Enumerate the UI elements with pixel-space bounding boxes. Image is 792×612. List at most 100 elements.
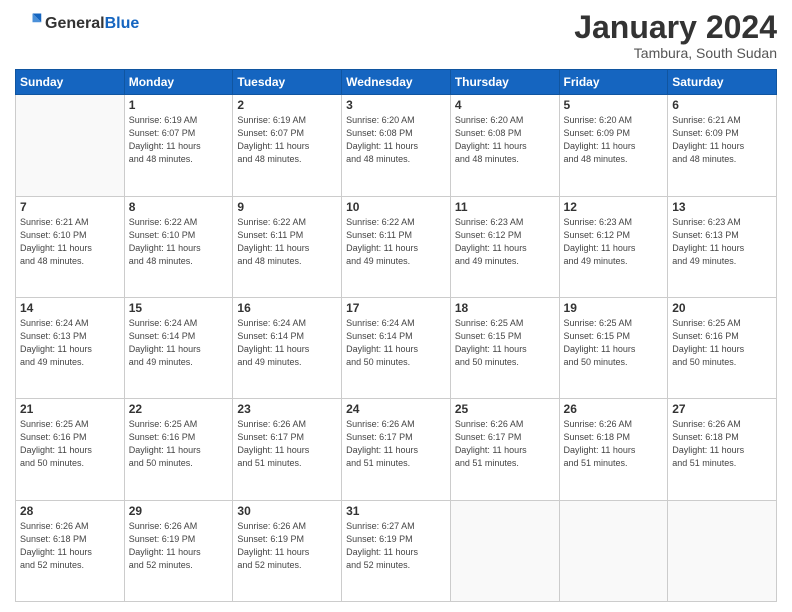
day-number: 8 — [129, 200, 229, 214]
logo-icon — [15, 10, 43, 38]
day-number: 18 — [455, 301, 555, 315]
logo-general: General — [45, 15, 105, 32]
day-info: Sunrise: 6:23 AM Sunset: 6:12 PM Dayligh… — [455, 216, 555, 268]
day-number: 15 — [129, 301, 229, 315]
calendar-cell: 17 Sunrise: 6:24 AM Sunset: 6:14 PM Dayli… — [342, 297, 451, 398]
day-info: Sunrise: 6:21 AM Sunset: 6:09 PM Dayligh… — [672, 114, 772, 166]
calendar-week-1: 1 Sunrise: 6:19 AM Sunset: 6:07 PM Daylig… — [16, 95, 777, 196]
calendar-week-2: 7 Sunrise: 6:21 AM Sunset: 6:10 PM Daylig… — [16, 196, 777, 297]
day-info: Sunrise: 6:26 AM Sunset: 6:19 PM Dayligh… — [237, 520, 337, 572]
logo-text: GeneralBlue — [45, 15, 139, 33]
day-number: 27 — [672, 402, 772, 416]
day-number: 9 — [237, 200, 337, 214]
day-info: Sunrise: 6:21 AM Sunset: 6:10 PM Dayligh… — [20, 216, 120, 268]
calendar-cell: 13 Sunrise: 6:23 AM Sunset: 6:13 PM Dayli… — [668, 196, 777, 297]
day-number: 29 — [129, 504, 229, 518]
day-info: Sunrise: 6:24 AM Sunset: 6:14 PM Dayligh… — [237, 317, 337, 369]
day-info: Sunrise: 6:20 AM Sunset: 6:08 PM Dayligh… — [455, 114, 555, 166]
logo: GeneralBlue — [15, 10, 139, 38]
calendar-cell: 30 Sunrise: 6:26 AM Sunset: 6:19 PM Dayli… — [233, 500, 342, 601]
day-number: 11 — [455, 200, 555, 214]
day-number: 2 — [237, 98, 337, 112]
day-number: 14 — [20, 301, 120, 315]
calendar-cell: 16 Sunrise: 6:24 AM Sunset: 6:14 PM Dayli… — [233, 297, 342, 398]
day-number: 26 — [564, 402, 664, 416]
day-info: Sunrise: 6:25 AM Sunset: 6:15 PM Dayligh… — [564, 317, 664, 369]
location: Tambura, South Sudan — [574, 45, 777, 61]
calendar-cell: 28Sunrise: 6:26 AM Sunset: 6:18 PM Dayli… — [16, 500, 125, 601]
day-info: Sunrise: 6:22 AM Sunset: 6:11 PM Dayligh… — [346, 216, 446, 268]
day-info: Sunrise: 6:27 AM Sunset: 6:19 PM Dayligh… — [346, 520, 446, 572]
month-title: January 2024 — [574, 10, 777, 45]
day-info: Sunrise: 6:23 AM Sunset: 6:12 PM Dayligh… — [564, 216, 664, 268]
calendar-cell — [668, 500, 777, 601]
calendar-header-row: SundayMondayTuesdayWednesdayThursdayFrid… — [16, 70, 777, 95]
day-number: 17 — [346, 301, 446, 315]
calendar-cell: 26Sunrise: 6:26 AM Sunset: 6:18 PM Dayli… — [559, 399, 668, 500]
calendar-cell: 21 Sunrise: 6:25 AM Sunset: 6:16 PM Dayli… — [16, 399, 125, 500]
day-number: 24 — [346, 402, 446, 416]
day-info: Sunrise: 6:19 AM Sunset: 6:07 PM Dayligh… — [129, 114, 229, 166]
calendar-cell: 5 Sunrise: 6:20 AM Sunset: 6:09 PM Daylig… — [559, 95, 668, 196]
weekday-header-saturday: Saturday — [668, 70, 777, 95]
day-info: Sunrise: 6:26 AM Sunset: 6:19 PM Dayligh… — [129, 520, 229, 572]
day-info: Sunrise: 6:25 AM Sunset: 6:16 PM Dayligh… — [20, 418, 120, 470]
logo-blue: Blue — [105, 15, 140, 32]
calendar-cell: 14Sunrise: 6:24 AM Sunset: 6:13 PM Dayli… — [16, 297, 125, 398]
day-number: 22 — [129, 402, 229, 416]
day-number: 19 — [564, 301, 664, 315]
day-number: 10 — [346, 200, 446, 214]
day-number: 30 — [237, 504, 337, 518]
day-info: Sunrise: 6:20 AM Sunset: 6:09 PM Dayligh… — [564, 114, 664, 166]
calendar-cell: 31Sunrise: 6:27 AM Sunset: 6:19 PM Dayli… — [342, 500, 451, 601]
day-number: 13 — [672, 200, 772, 214]
calendar-cell: 4Sunrise: 6:20 AM Sunset: 6:08 PM Daylig… — [450, 95, 559, 196]
day-number: 1 — [129, 98, 229, 112]
day-number: 28 — [20, 504, 120, 518]
calendar-cell: 20Sunrise: 6:25 AM Sunset: 6:16 PM Dayli… — [668, 297, 777, 398]
calendar-cell: 27 Sunrise: 6:26 AM Sunset: 6:18 PM Dayli… — [668, 399, 777, 500]
day-info: Sunrise: 6:19 AM Sunset: 6:07 PM Dayligh… — [237, 114, 337, 166]
day-info: Sunrise: 6:24 AM Sunset: 6:14 PM Dayligh… — [129, 317, 229, 369]
day-number: 6 — [672, 98, 772, 112]
calendar-cell: 6 Sunrise: 6:21 AM Sunset: 6:09 PM Daylig… — [668, 95, 777, 196]
day-info: Sunrise: 6:25 AM Sunset: 6:16 PM Dayligh… — [129, 418, 229, 470]
day-info: Sunrise: 6:23 AM Sunset: 6:13 PM Dayligh… — [672, 216, 772, 268]
day-info: Sunrise: 6:26 AM Sunset: 6:17 PM Dayligh… — [237, 418, 337, 470]
day-info: Sunrise: 6:22 AM Sunset: 6:10 PM Dayligh… — [129, 216, 229, 268]
calendar-table: SundayMondayTuesdayWednesdayThursdayFrid… — [15, 69, 777, 602]
calendar-cell: 7 Sunrise: 6:21 AM Sunset: 6:10 PM Daylig… — [16, 196, 125, 297]
day-number: 25 — [455, 402, 555, 416]
day-number: 16 — [237, 301, 337, 315]
calendar-cell: 9 Sunrise: 6:22 AM Sunset: 6:11 PM Daylig… — [233, 196, 342, 297]
day-info: Sunrise: 6:20 AM Sunset: 6:08 PM Dayligh… — [346, 114, 446, 166]
day-info: Sunrise: 6:26 AM Sunset: 6:18 PM Dayligh… — [672, 418, 772, 470]
calendar-cell: 29 Sunrise: 6:26 AM Sunset: 6:19 PM Dayli… — [124, 500, 233, 601]
calendar-cell: 24 Sunrise: 6:26 AM Sunset: 6:17 PM Dayli… — [342, 399, 451, 500]
weekday-header-sunday: Sunday — [16, 70, 125, 95]
calendar-cell: 2 Sunrise: 6:19 AM Sunset: 6:07 PM Daylig… — [233, 95, 342, 196]
calendar-week-5: 28Sunrise: 6:26 AM Sunset: 6:18 PM Dayli… — [16, 500, 777, 601]
calendar-cell: 15 Sunrise: 6:24 AM Sunset: 6:14 PM Dayli… — [124, 297, 233, 398]
calendar-cell: 19 Sunrise: 6:25 AM Sunset: 6:15 PM Dayli… — [559, 297, 668, 398]
calendar-cell: 11 Sunrise: 6:23 AM Sunset: 6:12 PM Dayli… — [450, 196, 559, 297]
weekday-header-monday: Monday — [124, 70, 233, 95]
calendar-week-3: 14Sunrise: 6:24 AM Sunset: 6:13 PM Dayli… — [16, 297, 777, 398]
day-number: 21 — [20, 402, 120, 416]
day-info: Sunrise: 6:24 AM Sunset: 6:14 PM Dayligh… — [346, 317, 446, 369]
weekday-header-wednesday: Wednesday — [342, 70, 451, 95]
calendar-cell: 25 Sunrise: 6:26 AM Sunset: 6:17 PM Dayli… — [450, 399, 559, 500]
day-number: 5 — [564, 98, 664, 112]
calendar-cell: 18 Sunrise: 6:25 AM Sunset: 6:15 PM Dayli… — [450, 297, 559, 398]
day-info: Sunrise: 6:25 AM Sunset: 6:15 PM Dayligh… — [455, 317, 555, 369]
day-info: Sunrise: 6:26 AM Sunset: 6:17 PM Dayligh… — [346, 418, 446, 470]
day-number: 23 — [237, 402, 337, 416]
day-number: 3 — [346, 98, 446, 112]
calendar-cell: 12Sunrise: 6:23 AM Sunset: 6:12 PM Dayli… — [559, 196, 668, 297]
day-number: 7 — [20, 200, 120, 214]
day-info: Sunrise: 6:22 AM Sunset: 6:11 PM Dayligh… — [237, 216, 337, 268]
day-info: Sunrise: 6:26 AM Sunset: 6:17 PM Dayligh… — [455, 418, 555, 470]
title-block: January 2024 Tambura, South Sudan — [574, 10, 777, 61]
calendar-cell: 23 Sunrise: 6:26 AM Sunset: 6:17 PM Dayli… — [233, 399, 342, 500]
day-number: 20 — [672, 301, 772, 315]
